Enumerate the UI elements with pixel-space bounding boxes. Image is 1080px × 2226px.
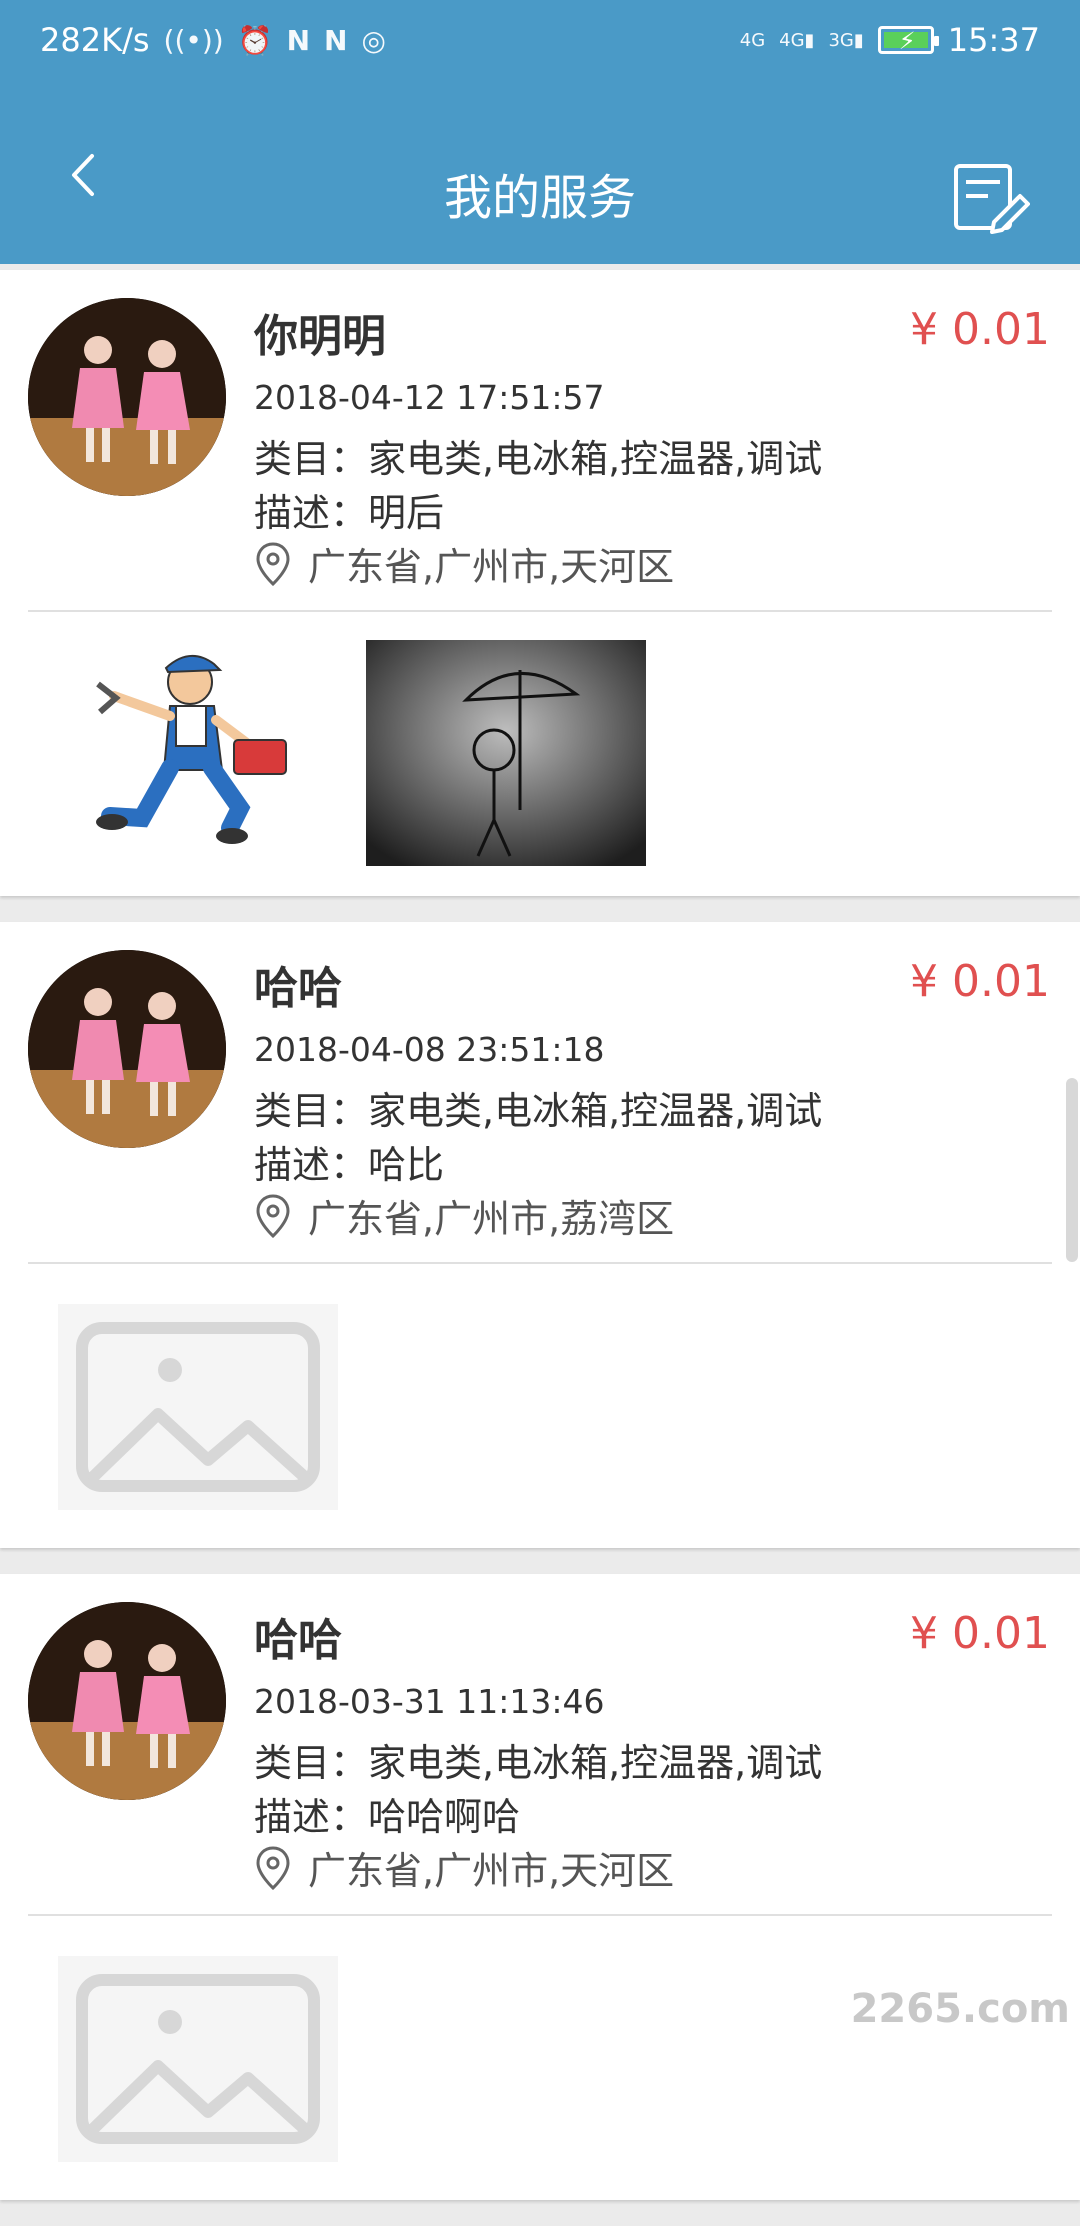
app-bar: 我的服务: [0, 80, 1080, 264]
service-card[interactable]: 哈哈 ¥ 0.01 2018-03-31 11:13:46 类目：家电类,电冰箱…: [0, 1574, 1080, 2200]
customer-name: 哈哈: [254, 952, 342, 1016]
service-card[interactable]: 哈哈 ¥ 0.01 2018-04-08 23:51:18 类目：家电类,电冰箱…: [0, 922, 1080, 1548]
watermark: 2265.com: [851, 1986, 1070, 2032]
description-text: 描述：哈哈啊哈: [254, 1786, 520, 1841]
customer-name: 哈哈: [254, 1604, 342, 1668]
status-bar: 282K/s ((•)) ⏰ N N ◎ 4G 4G▮ 3G▮ ⚡ 15:37: [0, 0, 1080, 80]
customer-name: 你明明: [254, 300, 386, 364]
location-row: 广东省,广州市,天河区: [254, 536, 674, 591]
category-text: 类目：家电类,电冰箱,控温器,调试: [254, 1080, 822, 1135]
price-label: ¥ 0.01: [910, 956, 1050, 1007]
price-label: ¥ 0.01: [910, 1608, 1050, 1659]
4g-icon: 4G▮: [779, 30, 814, 51]
placeholder-image[interactable]: [58, 1956, 338, 2162]
alarm-icon: ⏰: [238, 24, 273, 57]
service-card[interactable]: 你明明 ¥ 0.01 2018-04-12 17:51:57 类目：家电类,电冰…: [0, 270, 1080, 896]
description-text: 描述：明后: [254, 482, 444, 537]
location-text: 广东省,广州市,天河区: [308, 536, 674, 591]
location-row: 广东省,广州市,荔湾区: [254, 1188, 674, 1243]
location-pin-icon: [254, 541, 292, 587]
3g-icon: 3G▮: [828, 30, 863, 51]
category-text: 类目：家电类,电冰箱,控温器,调试: [254, 1732, 822, 1787]
location-text: 广东省,广州市,天河区: [308, 1840, 674, 1895]
4g-icon: 4G: [740, 30, 765, 51]
card-header: 你明明 ¥ 0.01 2018-04-12 17:51:57 类目：家电类,电冰…: [0, 270, 1080, 610]
card-header: 哈哈 ¥ 0.01 2018-04-08 23:51:18 类目：家电类,电冰箱…: [0, 922, 1080, 1262]
order-date: 2018-03-31 11:13:46: [254, 1682, 604, 1721]
card-header: 哈哈 ¥ 0.01 2018-03-31 11:13:46 类目：家电类,电冰箱…: [0, 1574, 1080, 1914]
location-pin-icon: [254, 1845, 292, 1891]
page-title: 我的服务: [0, 158, 1080, 228]
avatar: [28, 298, 226, 496]
order-date: 2018-04-12 17:51:57: [254, 378, 604, 417]
avatar: [28, 1602, 226, 1800]
nfc-icon: ◎: [361, 24, 385, 57]
description-text: 描述：哈比: [254, 1134, 444, 1189]
image-row: [0, 1264, 1080, 1548]
image-row: [0, 612, 1080, 896]
category-text: 类目：家电类,电冰箱,控温器,调试: [254, 428, 822, 483]
location-row: 广东省,广州市,天河区: [254, 1840, 674, 1895]
clock: 15:37: [948, 21, 1040, 59]
status-left: 282K/s ((•)) ⏰ N N ◎: [40, 21, 386, 59]
placeholder-image[interactable]: [58, 1304, 338, 1510]
n-icon: N: [324, 24, 347, 57]
n-icon: N: [287, 24, 310, 57]
net-speed: 282K/s: [40, 21, 150, 59]
avatar: [28, 950, 226, 1148]
price-label: ¥ 0.01: [910, 304, 1050, 355]
edit-note-icon[interactable]: [950, 158, 1030, 238]
image-row: [0, 1916, 1080, 2200]
order-date: 2018-04-08 23:51:18: [254, 1030, 604, 1069]
location-pin-icon: [254, 1193, 292, 1239]
location-text: 广东省,广州市,荔湾区: [308, 1188, 674, 1243]
repairman-image[interactable]: [90, 640, 310, 866]
service-list: 你明明 ¥ 0.01 2018-04-12 17:51:57 类目：家电类,电冰…: [0, 270, 1080, 2226]
hotspot-icon: ((•)): [164, 24, 224, 57]
battery-icon: ⚡: [878, 26, 934, 54]
rain-umbrella-image[interactable]: [366, 640, 646, 866]
status-right: 4G 4G▮ 3G▮ ⚡ 15:37: [740, 21, 1040, 59]
scrollbar[interactable]: [1066, 1078, 1078, 1262]
